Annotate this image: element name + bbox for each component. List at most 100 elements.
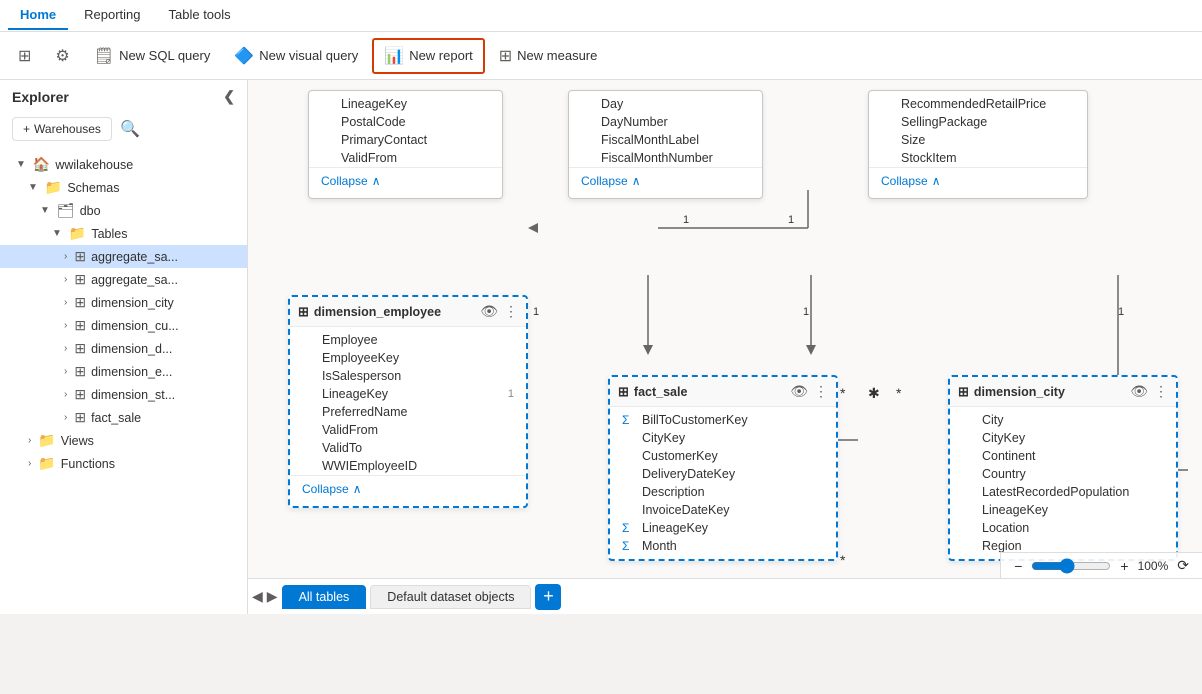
field-label: PreferredName (322, 405, 407, 419)
more-icon[interactable]: ⋮ (504, 303, 518, 320)
sidebar-item-dimension-city[interactable]: › ⊞ dimension_city (0, 291, 247, 314)
more-icon[interactable]: ⋮ (814, 383, 828, 400)
sidebar-item-dimension-st[interactable]: › ⊞ dimension_st... (0, 383, 247, 406)
svg-text:*: * (840, 552, 846, 568)
sidebar-item-dbo[interactable]: ▼ 🗂 dbo (0, 199, 247, 222)
new-measure-button[interactable]: ⊞ New measure (489, 40, 608, 72)
new-visual-query-button[interactable]: 🔷 New visual query (224, 40, 368, 72)
svg-text:1: 1 (803, 306, 809, 318)
table-row: Continent (950, 447, 1176, 465)
sidebar-item-label: fact_sale (91, 411, 141, 425)
search-button[interactable]: 🔍 (120, 119, 140, 139)
field-label: ValidTo (322, 441, 362, 455)
lakehouse-icon: 🏠 (33, 156, 50, 173)
tab-reporting[interactable]: Reporting (72, 1, 152, 30)
sidebar-item-dimension-e[interactable]: › ⊞ dimension_e... (0, 360, 247, 383)
table-row: Employee (290, 331, 526, 349)
collapse-button-top-right[interactable]: Collapse ∧ (869, 167, 1087, 194)
field-label: Region (982, 539, 1022, 553)
sidebar-header: Explorer ❮ (0, 80, 247, 113)
scroll-left-button[interactable]: ◀ (252, 588, 263, 605)
chevron-right-icon: › (64, 320, 67, 331)
new-report-button[interactable]: 📊 New report (372, 38, 485, 74)
table-row: City (950, 411, 1176, 429)
table-icon: ⊞ (618, 384, 629, 400)
field-label: LineageKey (642, 521, 708, 535)
more-icon[interactable]: ⋮ (1154, 383, 1168, 400)
field-label: StockItem (901, 151, 957, 165)
collapse-sidebar-icon[interactable]: ❮ (223, 88, 235, 105)
preview-icon[interactable]: 👁 (1130, 383, 1148, 400)
zoom-in-button[interactable]: + (1117, 558, 1131, 574)
sidebar-item-aggregate-sa-2[interactable]: › ⊞ aggregate_sa... (0, 268, 247, 291)
tab-home[interactable]: Home (8, 1, 68, 30)
add-tab-button[interactable]: + (535, 584, 561, 610)
table-row: LatestRecordedPopulation (950, 483, 1176, 501)
field-label: ValidFrom (341, 151, 397, 165)
svg-text:1: 1 (533, 306, 539, 318)
sidebar-item-aggregate-sa-1[interactable]: › ⊞ aggregate_sa... (0, 245, 247, 268)
field-label: Continent (982, 449, 1036, 463)
sidebar-item-dimension-d[interactable]: › ⊞ dimension_d... (0, 337, 247, 360)
table-row: PreferredName (290, 403, 526, 421)
gear-icon: ⚙ (55, 46, 69, 66)
table-card-top-middle: Day DayNumber FiscalMonthLabel FiscalMon… (568, 90, 763, 199)
fit-view-button[interactable]: ⟳ (1174, 557, 1192, 574)
chevron-up-icon: ∧ (932, 174, 941, 188)
collapse-button-employee[interactable]: Collapse ∧ (290, 475, 526, 502)
table-title: ⊞ dimension_employee (298, 304, 441, 320)
new-sql-query-label: New SQL query (119, 48, 210, 63)
field-label: DayNumber (601, 115, 668, 129)
table-icon: ⊞ (958, 384, 969, 400)
toolbar-settings-button[interactable]: ⚙ (45, 40, 79, 72)
field-label: Day (601, 97, 623, 111)
zoom-out-button[interactable]: − (1011, 558, 1025, 574)
add-warehouse-button[interactable]: + Warehouses (12, 117, 112, 141)
table-row: LineageKey (950, 501, 1176, 519)
chevron-right-icon: › (64, 343, 67, 354)
toolbar: ⊞ ⚙ 🗒 New SQL query 🔷 New visual query 📊… (0, 32, 1202, 80)
tab-default-dataset[interactable]: Default dataset objects (370, 585, 531, 609)
measure-icon: ⊞ (499, 46, 512, 66)
sidebar-item-fact-sale[interactable]: › ⊞ fact_sale (0, 406, 247, 429)
field-label: PrimaryContact (341, 133, 427, 147)
tab-all-tables[interactable]: All tables (282, 585, 367, 609)
chevron-right-icon: › (64, 297, 67, 308)
table-name-label: dimension_city (974, 385, 1065, 399)
scroll-right-button[interactable]: ▶ (267, 588, 278, 605)
sidebar-item-dimension-cu[interactable]: › ⊞ dimension_cu... (0, 314, 247, 337)
table-card-header: ⊞ dimension_employee 👁 ⋮ (290, 297, 526, 327)
table-title: ⊞ fact_sale (618, 384, 687, 400)
table-row: LineageKey 1 (290, 385, 526, 403)
preview-icon[interactable]: 👁 (790, 383, 808, 400)
new-visual-query-label: New visual query (259, 48, 358, 63)
field-label: LineageKey (322, 387, 388, 401)
table-row: StockItem (869, 149, 1087, 167)
sidebar-item-functions[interactable]: › 📁 Functions (0, 452, 247, 475)
collapse-button-top-middle[interactable]: Collapse ∧ (569, 167, 762, 194)
toolbar-icon1-button[interactable]: ⊞ (8, 40, 41, 72)
sidebar-item-views[interactable]: › 📁 Views (0, 429, 247, 452)
tab-bar: Home Reporting Table tools (0, 0, 1202, 32)
grid-icon: ⊞ (18, 46, 31, 66)
field-label: Size (901, 133, 925, 147)
new-sql-query-button[interactable]: 🗒 New SQL query (84, 40, 221, 72)
warehouses-label: Warehouses (34, 122, 101, 136)
chevron-right-icon: › (64, 251, 67, 262)
sidebar-item-tables[interactable]: ▼ 📁 Tables (0, 222, 247, 245)
sidebar-item-wwilakehouse[interactable]: ▼ 🏠 wwilakehouse (0, 153, 247, 176)
sidebar-item-schemas[interactable]: ▼ 📁 Schemas (0, 176, 247, 199)
folder-icon: 📁 (38, 432, 55, 449)
table-card-dimension-city: ⊞ dimension_city 👁 ⋮ City Cit (948, 375, 1178, 561)
collapse-label: Collapse (321, 174, 368, 188)
collapse-button-top-left[interactable]: Collapse ∧ (309, 167, 502, 194)
tab-table-tools[interactable]: Table tools (157, 1, 243, 30)
chevron-right-icon: › (28, 458, 31, 469)
sidebar-item-label: Tables (91, 227, 127, 241)
table-row: DeliveryDateKey (610, 465, 836, 483)
zoom-slider[interactable] (1031, 558, 1111, 574)
table-row: FiscalMonthLabel (569, 131, 762, 149)
table-card-body: City CityKey Continent Country (950, 407, 1176, 559)
preview-icon[interactable]: 👁 (480, 303, 498, 320)
relation-number: 1 (508, 388, 514, 400)
